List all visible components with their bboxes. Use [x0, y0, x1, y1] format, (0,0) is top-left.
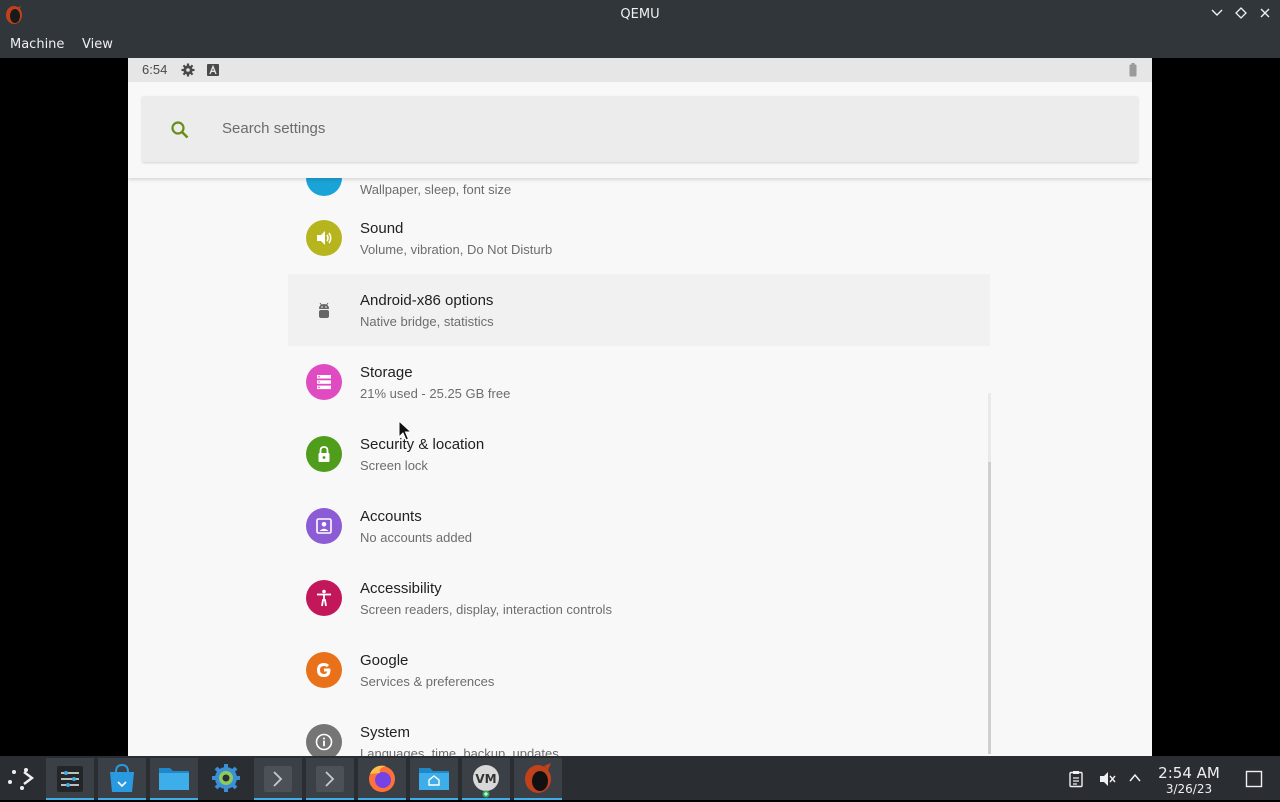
dolphin-files-icon[interactable]	[150, 758, 198, 800]
android-screen: Wallpaper, sleep, font size Sound Volume…	[128, 58, 1152, 756]
settings-item-subtitle: Native bridge, statistics	[360, 314, 494, 329]
settings-item-title: Sound	[360, 220, 404, 237]
app-launcher-icon[interactable]	[0, 758, 48, 798]
google-icon	[306, 652, 342, 688]
settings-item-sound[interactable]: Sound Volume, vibration, Do Not Disturb	[288, 202, 990, 274]
chevron-down-icon[interactable]	[1208, 6, 1226, 24]
settings-item-subtitle: Volume, vibration, Do Not Disturb	[360, 242, 553, 257]
menu-bar: Machine View	[0, 30, 1280, 58]
konsole-icon-2[interactable]	[306, 758, 354, 800]
settings-item-subtitle: Wallpaper, sleep, font size	[360, 182, 512, 197]
settings-item-android-x86[interactable]: Android-x86 options Native bridge, stati…	[288, 274, 990, 346]
settings-item-subtitle: Screen readers, display, interaction con…	[360, 602, 612, 617]
home-folder-icon[interactable]	[410, 758, 458, 800]
settings-item-subtitle: 21% used - 25.25 GB free	[360, 386, 511, 401]
volume-muted-icon[interactable]	[1098, 770, 1116, 788]
virt-manager-icon[interactable]: VM	[462, 758, 510, 800]
info-icon	[306, 724, 342, 756]
firefox-icon[interactable]	[358, 758, 406, 800]
settings-item-accounts[interactable]: Accounts No accounts added	[288, 490, 990, 562]
menu-machine[interactable]: Machine	[10, 37, 64, 52]
settings-item-title: Google	[360, 652, 409, 669]
android-status-bar: 6:54	[128, 58, 1152, 82]
gear-icon	[181, 63, 195, 77]
account-icon	[306, 508, 342, 544]
settings-item-title: System	[360, 724, 411, 741]
search-settings-input[interactable]: Search settings	[142, 96, 1138, 162]
konsole-icon[interactable]	[254, 758, 302, 800]
clock-time: 2:54 AM	[1158, 764, 1220, 782]
settings-item-subtitle: Languages, time, backup, updates	[360, 746, 559, 756]
clock-date: 3/26/23	[1165, 782, 1213, 796]
menu-view[interactable]: View	[82, 37, 113, 52]
taskbar: VM 2:54 AM 3/26/23	[0, 756, 1280, 800]
accessibility-icon	[306, 580, 342, 616]
svg-text:VM: VM	[475, 772, 496, 786]
lock-icon	[306, 436, 342, 472]
close-icon[interactable]	[1256, 6, 1274, 24]
window-titlebar: QEMU	[0, 0, 1280, 30]
settings-item-title: Android-x86 options	[360, 292, 494, 309]
settings-item-subtitle: Services & preferences	[360, 674, 495, 689]
settings-item-subtitle: Screen lock	[360, 458, 428, 473]
settings-item-security[interactable]: Security & location Screen lock	[288, 418, 990, 490]
settings-item-title: Accessibility	[360, 580, 442, 597]
clock[interactable]: 2:54 AM 3/26/23	[1150, 764, 1228, 796]
settings-item-system[interactable]: System Languages, time, backup, updates	[288, 706, 990, 756]
system-settings-icon[interactable]	[46, 758, 94, 800]
android-icon	[306, 292, 342, 328]
qemu-icon[interactable]	[514, 758, 562, 800]
settings-item-google[interactable]: Google Services & preferences	[288, 634, 990, 706]
system-settings-gear-icon[interactable]	[202, 758, 250, 798]
clipboard-icon[interactable]	[1068, 770, 1084, 788]
settings-item-title: Accounts	[360, 508, 422, 525]
mouse-cursor-icon	[398, 420, 412, 441]
window-title: QEMU	[620, 7, 660, 22]
volume-icon	[306, 220, 342, 256]
search-icon	[171, 121, 189, 139]
search-placeholder: Search settings	[222, 120, 326, 137]
storage-icon	[306, 364, 342, 400]
scrollbar[interactable]	[988, 462, 991, 754]
keyboard-a-icon	[207, 64, 219, 76]
settings-item-subtitle: No accounts added	[360, 530, 473, 545]
settings-item-storage[interactable]: Storage 21% used - 25.25 GB free	[288, 346, 990, 418]
settings-item-accessibility[interactable]: Accessibility Screen readers, display, i…	[288, 562, 990, 634]
show-desktop-icon[interactable]	[1245, 770, 1263, 788]
search-bar-container: Search settings	[128, 82, 1152, 178]
status-time: 6:54	[142, 62, 168, 77]
diamond-icon[interactable]	[1232, 6, 1250, 24]
settings-item-title: Security & location	[360, 436, 485, 453]
discover-store-icon[interactable]	[98, 758, 146, 800]
battery-icon	[1129, 63, 1137, 77]
settings-item-title: Storage	[360, 364, 413, 381]
chevron-up-icon[interactable]	[1128, 772, 1142, 784]
